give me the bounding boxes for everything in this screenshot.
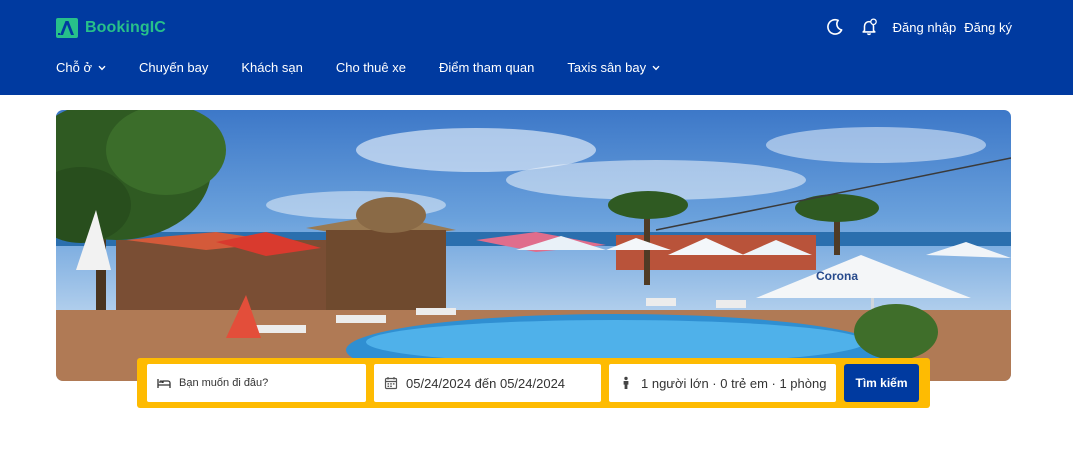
nav-item-label: Điểm tham quan: [438, 60, 535, 75]
nav-item-label: Cho thuê xe: [335, 60, 406, 75]
top-header: BookingIC Đăng nhập Đăng ký Chỗ ở Chuyến…: [0, 0, 1073, 95]
chevron-down-icon: [98, 65, 106, 70]
destination-input[interactable]: [179, 377, 349, 389]
a-logo-icon: [56, 18, 78, 38]
nav-item-label: Chỗ ở: [56, 60, 92, 75]
date-range-field[interactable]: 05/24/2024 đến 05/24/2024: [374, 364, 601, 402]
guests-value: 1 người lớn · 0 trẻ em · 1 phòng: [641, 375, 827, 391]
nav-item-hotels[interactable]: Khách sạn: [241, 60, 302, 75]
destination-field[interactable]: [147, 364, 366, 402]
nav-item-label: Khách sạn: [241, 60, 303, 75]
nav-item-label: Chuyến bay: [139, 60, 209, 75]
svg-text:Corona: Corona: [816, 269, 858, 283]
chevron-down-icon: [652, 65, 660, 70]
nav-item-flights[interactable]: Chuyến bay: [139, 60, 208, 75]
beach-resort-pool-photo: Corona: [56, 110, 1011, 381]
nav-item-accommodation[interactable]: Chỗ ở: [56, 60, 106, 75]
nav-item-car-rental[interactable]: Cho thuê xe: [336, 60, 406, 75]
brand-logo-link[interactable]: BookingIC: [56, 16, 166, 40]
header-actions: Đăng nhập Đăng ký: [825, 14, 1012, 40]
bed-icon: [157, 376, 171, 390]
search-bar: 05/24/2024 đến 05/24/2024 1 người lớn · …: [137, 358, 930, 408]
hero-image: Corona: [56, 110, 1011, 381]
nav-item-airport-taxis[interactable]: Taxis sân bay: [567, 60, 660, 75]
brand-name: BookingIC: [85, 19, 166, 36]
nav-item-attractions[interactable]: Điểm tham quan: [439, 60, 534, 75]
search-button[interactable]: Tìm kiếm: [844, 364, 919, 402]
guests-field[interactable]: 1 người lớn · 0 trẻ em · 1 phòng: [609, 364, 836, 402]
person-icon: [619, 376, 633, 390]
moon-icon[interactable]: [825, 17, 845, 37]
date-range-value: 05/24/2024 đến 05/24/2024: [406, 375, 566, 391]
login-link[interactable]: Đăng nhập: [893, 20, 957, 35]
calendar-icon: [384, 376, 398, 390]
nav-item-label: Taxis sân bay: [567, 60, 647, 75]
bell-icon[interactable]: [859, 17, 879, 37]
register-link[interactable]: Đăng ký: [964, 20, 1012, 35]
main-nav: Chỗ ở Chuyến bay Khách sạn Cho thuê xe Đ…: [56, 60, 660, 75]
